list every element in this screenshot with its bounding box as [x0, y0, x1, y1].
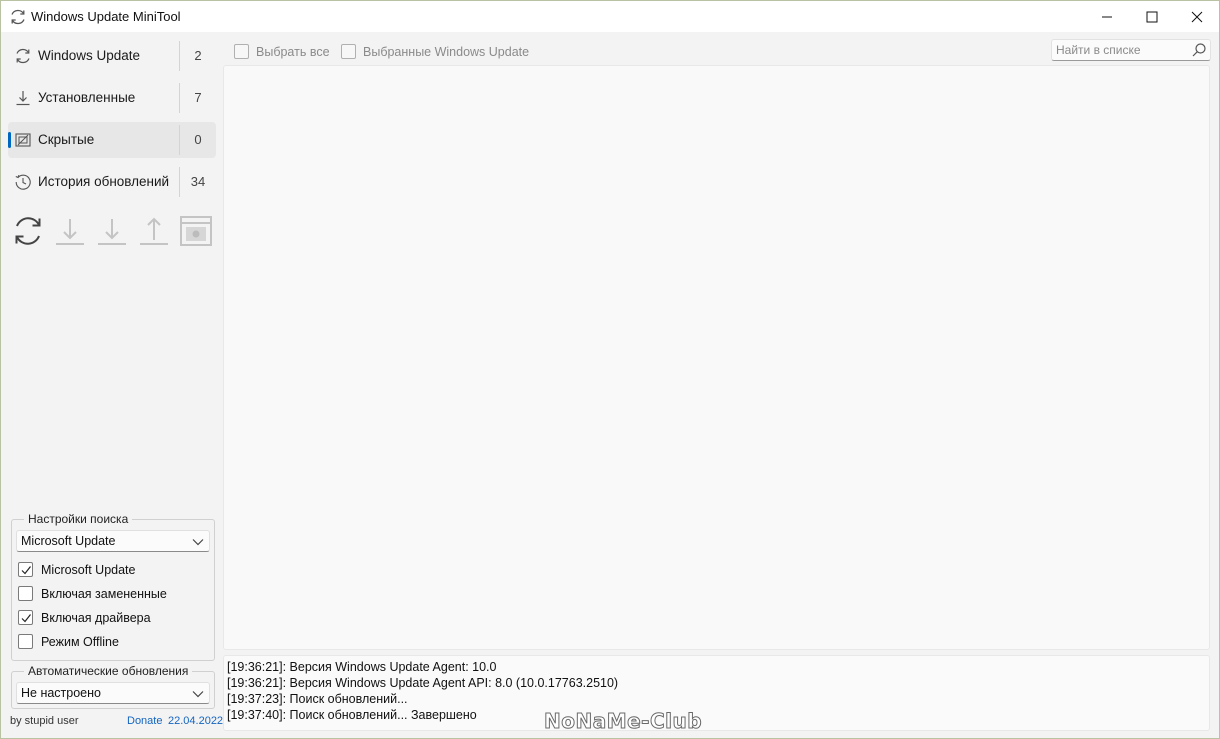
watermark: NoNaMe-Club [543, 709, 703, 734]
auto-updates-title: Автоматические обновления [24, 664, 193, 678]
title-bar[interactable]: Windows Update MiniTool [1, 1, 1219, 32]
minimize-button[interactable] [1084, 1, 1130, 32]
author-credit: by stupid user [10, 715, 79, 727]
list-toolbar: Выбрать все Выбранные Windows Update Най… [223, 32, 1219, 64]
auto-updates-value: Не настроено [21, 686, 101, 700]
option-label: Включая драйвера [41, 611, 151, 625]
check-icon [21, 566, 31, 575]
chevron-down-icon [192, 691, 204, 698]
log-line: [19:36:21]: Версия Windows Update Agent … [227, 676, 619, 690]
hidden-icon [15, 133, 31, 147]
log-panel: [19:36:21]: Версия Windows Update Agent:… [223, 655, 1210, 731]
minimize-icon [1102, 16, 1112, 17]
chevron-down-icon [192, 539, 204, 546]
download-icon [16, 91, 30, 106]
sidebar-item-count: 7 [194, 90, 202, 105]
install-icon [98, 219, 126, 245]
search-input[interactable]: Найти в списке [1051, 39, 1211, 61]
maximize-icon [1146, 11, 1158, 22]
checkbox-unchecked[interactable] [341, 44, 356, 59]
maximize-button[interactable] [1129, 1, 1175, 32]
log-line: [19:36:21]: Версия Windows Update Agent:… [227, 660, 497, 674]
auto-updates-dropdown[interactable]: Не настроено [16, 682, 210, 704]
option-label: Включая замененные [41, 587, 167, 601]
install-button[interactable] [94, 212, 130, 250]
sidebar: Windows Update 2 Установленные 7 Скрытые [2, 32, 223, 738]
option-label: Режим Offline [41, 635, 119, 649]
option-include-drivers[interactable]: Включая драйвера [18, 608, 208, 628]
log-line: [19:37:40]: Поиск обновлений... Завершен… [227, 708, 477, 722]
close-icon [1191, 11, 1203, 22]
update-source-dropdown[interactable]: Microsoft Update [16, 530, 210, 552]
sidebar-item-installed[interactable]: Установленные 7 [8, 80, 216, 116]
app-window: Windows Update MiniTool Windows Update 2 [0, 0, 1220, 739]
close-button[interactable] [1174, 1, 1220, 32]
option-microsoft-update[interactable]: Microsoft Update [18, 560, 208, 580]
search-placeholder: Найти в списке [1056, 43, 1141, 57]
log-line: [19:37:23]: Поиск обновлений... [227, 692, 408, 706]
sidebar-item-hidden[interactable]: Скрытые 0 [8, 122, 216, 158]
history-icon [15, 174, 31, 190]
download-icon [56, 219, 84, 245]
select-all-label: Выбрать все [256, 45, 330, 59]
donate-link[interactable]: Donate [127, 715, 162, 727]
sidebar-item-count: 34 [190, 174, 206, 189]
checkbox-checked[interactable] [18, 562, 33, 577]
window-title: Windows Update MiniTool [31, 9, 181, 24]
checkbox-checked[interactable] [18, 610, 33, 625]
checkbox-unchecked[interactable] [234, 44, 249, 59]
app-refresh-icon [11, 9, 25, 25]
uninstall-button[interactable] [136, 212, 172, 250]
sidebar-item-history[interactable]: История обновлений 34 [8, 164, 216, 200]
version-date-link[interactable]: 22.04.2022 [168, 715, 223, 727]
checkbox-unchecked[interactable] [18, 586, 33, 601]
sidebar-item-windows-update[interactable]: Windows Update 2 [8, 38, 216, 74]
action-toolbar [10, 212, 216, 252]
sidebar-item-label: Windows Update [38, 48, 141, 63]
selected-updates-label: Выбранные Windows Update [363, 45, 530, 59]
option-label: Microsoft Update [41, 563, 136, 577]
update-source-value: Microsoft Update [21, 534, 116, 548]
option-include-superseded[interactable]: Включая замененные [18, 584, 208, 604]
search-settings-group: Настройки поиска Microsoft Update Micros… [11, 512, 215, 661]
upload-icon [140, 217, 168, 245]
refresh-icon [15, 217, 41, 245]
hide-icon [180, 216, 212, 246]
search-icon[interactable] [1191, 42, 1207, 58]
search-settings-title: Настройки поиска [24, 512, 133, 526]
option-offline-mode[interactable]: Режим Offline [18, 632, 208, 652]
active-indicator [8, 132, 11, 148]
sidebar-item-label: История обновлений [38, 174, 170, 189]
checkbox-unchecked[interactable] [18, 634, 33, 649]
sidebar-item-count: 0 [194, 132, 202, 147]
check-icon [21, 614, 31, 623]
sidebar-item-label: Установленные [38, 90, 136, 105]
sidebar-item-count: 2 [194, 48, 202, 63]
check-updates-button[interactable] [10, 212, 46, 250]
auto-updates-group: Автоматические обновления Не настроено [11, 664, 215, 709]
update-list[interactable] [223, 65, 1210, 650]
sidebar-item-label: Скрытые [38, 132, 95, 147]
refresh-icon [16, 48, 30, 64]
download-button[interactable] [52, 212, 88, 250]
hide-update-button[interactable] [178, 212, 214, 250]
